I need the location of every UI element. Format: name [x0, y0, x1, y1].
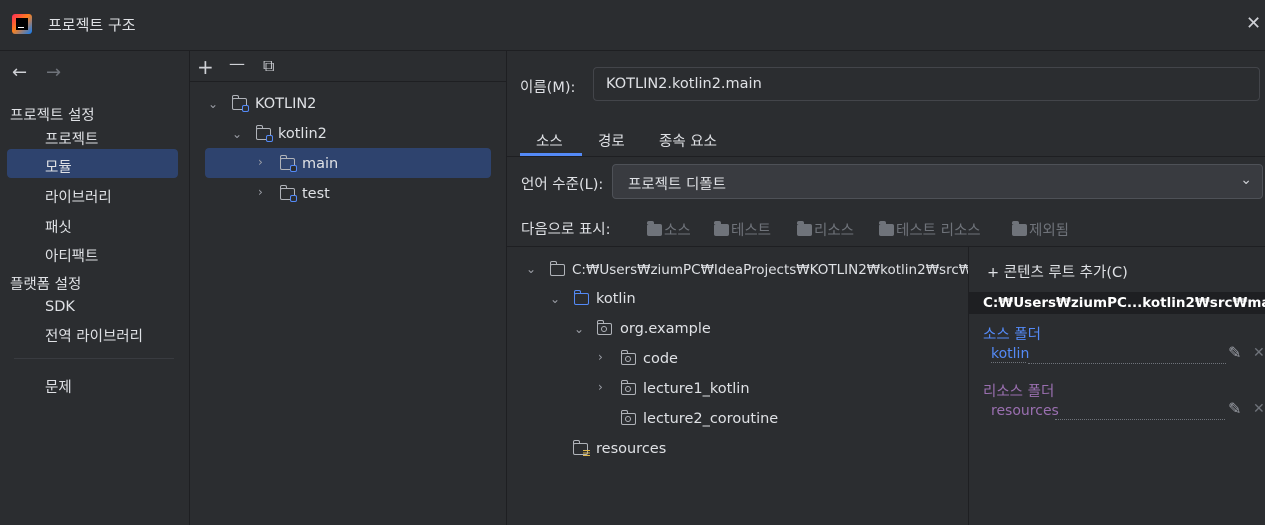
nav-item-artifacts[interactable]: 아티팩트: [45, 245, 98, 266]
mark-as-resources-button[interactable]: 리소스: [797, 219, 854, 240]
content-root-path[interactable]: C:₩Users₩ziumPC₩IdeaProjects₩KOTLIN2₩kot…: [572, 262, 968, 278]
tree-item-lecture1-kotlin[interactable]: lecture1_kotlin: [643, 381, 750, 397]
dotted-leader: [1055, 418, 1225, 420]
tree-item-kotlin-src[interactable]: kotlin: [596, 291, 636, 307]
chevron-down-icon[interactable]: ⌄: [232, 127, 242, 141]
folder-icon: [549, 261, 565, 276]
nav-selection-highlight: [7, 149, 178, 178]
platform-settings-header: 플랫폼 설정: [10, 277, 82, 293]
tab-sources[interactable]: 소스: [536, 130, 563, 151]
nav-divider: [14, 358, 174, 359]
tree-item-kotlin2-root[interactable]: KOTLIN2: [255, 96, 316, 112]
nav-item-modules[interactable]: 모듈: [45, 156, 72, 177]
source-folder-entry[interactable]: kotlin: [991, 346, 1029, 363]
add-icon[interactable]: +: [197, 55, 214, 79]
language-level-select[interactable]: 프로젝트 디폴트 ⌄: [612, 164, 1263, 199]
forward-arrow-icon[interactable]: →: [46, 62, 61, 83]
module-folder-icon: [255, 125, 273, 142]
source-folders-header: 소스 폴더: [983, 327, 1041, 343]
chevron-right-icon[interactable]: ›: [258, 185, 263, 199]
chevron-down-icon[interactable]: ⌄: [550, 292, 560, 306]
back-arrow-icon[interactable]: ←: [12, 62, 27, 83]
source-folder-icon: [573, 290, 589, 305]
resource-folders-header: 리소스 폴더: [983, 384, 1055, 400]
remove-icon[interactable]: —: [229, 54, 245, 73]
folder-icon: [879, 221, 894, 236]
remove-x-icon[interactable]: ✕: [1253, 401, 1265, 417]
nav-item-problems[interactable]: 문제: [45, 376, 72, 397]
chevron-down-icon: ⌄: [1240, 172, 1252, 188]
copy-icon[interactable]: ⧉: [263, 56, 274, 76]
folder-icon: [797, 221, 812, 236]
package-folder-icon: [620, 410, 636, 425]
project-settings-header: 프로젝트 설정: [10, 108, 95, 124]
resource-folder-entry[interactable]: resources: [991, 403, 1059, 419]
folder-icon: [714, 221, 729, 236]
mark-as-sources-button[interactable]: 소스: [647, 219, 691, 240]
mark-as-excluded-button[interactable]: 제외됨: [1012, 219, 1069, 240]
tree-item-org-example[interactable]: org.example: [620, 321, 711, 337]
content-root-header: C:₩Users₩ziumPC...kotlin2₩src₩main: [968, 292, 1265, 314]
name-label: 이름(M):: [520, 80, 576, 96]
tree-item-resources[interactable]: resources: [596, 441, 666, 457]
chevron-down-icon[interactable]: ⌄: [208, 97, 218, 111]
mark-as-label: 다음으로 표시:: [521, 222, 611, 238]
package-folder-icon: [620, 350, 636, 365]
tabs-separator: [507, 156, 1265, 157]
tree-selection-highlight: [205, 148, 491, 178]
add-content-root-button[interactable]: + 콘텐츠 루트 추가(C): [987, 261, 1128, 282]
tree-item-kotlin2[interactable]: kotlin2: [278, 126, 327, 142]
close-icon[interactable]: ✕: [1246, 14, 1265, 34]
nav-item-global-libraries[interactable]: 전역 라이브러리: [45, 325, 143, 346]
resources-folder-icon: [572, 440, 590, 456]
module-folder-icon: [231, 95, 249, 112]
tab-dependencies[interactable]: 종속 요소: [659, 130, 717, 151]
package-folder-icon: [596, 320, 612, 335]
tree-item-test[interactable]: test: [302, 186, 330, 202]
tab-paths[interactable]: 경로: [598, 130, 625, 151]
remove-x-icon[interactable]: ✕: [1253, 345, 1265, 361]
tree-item-main[interactable]: main: [302, 156, 338, 172]
mark-as-tests-button[interactable]: 테스트: [714, 219, 771, 240]
nav-item-sdk[interactable]: SDK: [45, 299, 75, 315]
mark-as-test-resources-button[interactable]: 테스트 리소스: [879, 219, 981, 240]
tree-item-lecture2-coroutine[interactable]: lecture2_coroutine: [643, 411, 778, 427]
nav-item-libraries[interactable]: 라이브러리: [45, 186, 112, 207]
module-folder-icon: [279, 185, 297, 202]
module-folder-icon: [279, 155, 297, 172]
language-level-label: 언어 수준(L):: [521, 177, 604, 193]
tree-item-code[interactable]: code: [643, 351, 678, 367]
language-level-value: 프로젝트 디폴트: [628, 177, 726, 193]
nav-item-project[interactable]: 프로젝트: [45, 128, 98, 149]
module-tree-panel: [190, 51, 507, 525]
package-folder-icon: [620, 380, 636, 395]
folder-icon: [647, 221, 662, 236]
nav-item-facets[interactable]: 패싯: [45, 216, 72, 237]
chevron-down-icon[interactable]: ⌄: [574, 322, 584, 336]
module-name-input[interactable]: [593, 67, 1260, 101]
window-title: 프로젝트 구조: [48, 16, 136, 34]
chevron-right-icon[interactable]: ›: [598, 350, 603, 364]
intellij-logo-icon: [12, 14, 32, 34]
dotted-leader: [1028, 362, 1226, 364]
chevron-right-icon[interactable]: ›: [258, 155, 263, 169]
edit-pencil-icon[interactable]: ✎: [1228, 399, 1241, 418]
chevron-down-icon[interactable]: ⌄: [526, 262, 536, 276]
chevron-right-icon[interactable]: ›: [598, 380, 603, 394]
toolbar-separator: [190, 81, 506, 82]
folder-icon: [1012, 221, 1027, 236]
title-bar: [0, 0, 1265, 51]
edit-pencil-icon[interactable]: ✎: [1228, 343, 1241, 362]
